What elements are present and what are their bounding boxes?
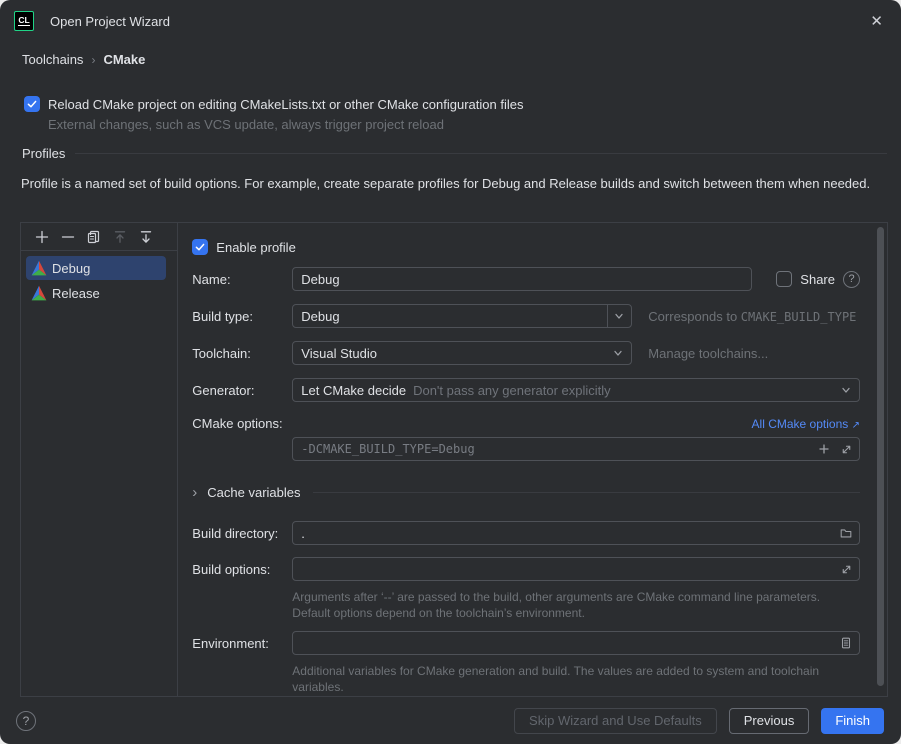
build-type-dropdown[interactable]: Debug <box>292 304 632 328</box>
generator-dropdown[interactable]: Let CMake decide Don't pass any generato… <box>292 378 860 402</box>
section-divider <box>75 153 887 154</box>
generator-label: Generator: <box>192 383 292 398</box>
minus-icon <box>60 229 76 245</box>
name-value: Debug <box>301 272 339 287</box>
move-down-icon <box>138 229 154 245</box>
build-options-label: Build options: <box>192 562 292 577</box>
reload-checkbox-label[interactable]: Reload CMake project on editing CMakeLis… <box>48 97 523 112</box>
profile-list-toolbar <box>21 223 177 251</box>
chevron-down-icon[interactable] <box>607 342 629 364</box>
cache-variables-label: Cache variables <box>207 485 300 500</box>
copy-profile-button[interactable] <box>81 224 107 250</box>
chevron-right-icon: › <box>192 485 197 500</box>
remove-profile-button[interactable] <box>55 224 81 250</box>
environment-label: Environment: <box>192 636 292 651</box>
external-link-icon: ↗ <box>852 420 860 431</box>
section-divider <box>313 492 860 493</box>
vertical-scrollbar[interactable] <box>877 227 884 686</box>
profile-item-label: Debug <box>52 261 90 276</box>
cmake-logo-icon <box>31 285 47 301</box>
build-options-input[interactable] <box>292 557 860 581</box>
build-type-hint: Corresponds to CMAKE_BUILD_TYPE <box>648 309 856 324</box>
checkmark-icon <box>26 98 38 110</box>
copy-icon <box>86 229 102 245</box>
environment-hint: Additional variables for CMake generatio… <box>292 663 822 695</box>
breadcrumb-toolchains[interactable]: Toolchains <box>22 52 83 67</box>
build-directory-input[interactable]: . <box>292 521 860 545</box>
chevron-down-icon[interactable] <box>607 305 629 327</box>
share-checkbox[interactable] <box>776 271 792 287</box>
build-type-value: Debug <box>301 309 339 324</box>
add-profile-button[interactable] <box>29 224 55 250</box>
plus-icon <box>34 229 50 245</box>
help-icon[interactable]: ? <box>16 711 36 731</box>
enable-profile-label[interactable]: Enable profile <box>216 240 296 255</box>
close-icon[interactable]: ✕ <box>866 12 887 31</box>
chevron-down-icon[interactable] <box>835 379 857 401</box>
add-option-icon[interactable] <box>813 438 835 460</box>
cmake-options-input[interactable]: -DCMAKE_BUILD_TYPE=Debug <box>292 437 860 461</box>
cache-variables-toggle[interactable]: › Cache variables <box>192 482 860 502</box>
generator-placeholder: Don't pass any generator explicitly <box>413 383 611 398</box>
toolchain-value: Visual Studio <box>301 346 377 361</box>
profile-list: Debug Release <box>21 251 177 306</box>
expand-icon[interactable] <box>835 438 857 460</box>
enable-profile-checkbox[interactable] <box>192 239 208 255</box>
profile-list-panel: Debug Release <box>21 223 178 696</box>
window-title: Open Project Wizard <box>50 14 170 29</box>
build-directory-value: . <box>301 526 305 541</box>
move-up-icon <box>112 229 128 245</box>
variables-list-icon[interactable] <box>835 632 857 654</box>
all-cmake-options-text: All CMake options <box>752 417 849 431</box>
open-project-wizard-dialog: CL Open Project Wizard ✕ Toolchains › CM… <box>0 0 901 744</box>
all-cmake-options-link[interactable]: All CMake options ↗ <box>752 417 860 431</box>
profiles-section-title: Profiles <box>22 146 65 161</box>
folder-icon[interactable] <box>835 522 857 544</box>
move-down-button[interactable] <box>133 224 159 250</box>
expand-icon[interactable] <box>835 558 857 580</box>
toolchain-dropdown[interactable]: Visual Studio <box>292 341 632 365</box>
previous-button[interactable]: Previous <box>729 708 810 734</box>
build-options-hint: Arguments after ‘--’ are passed to the b… <box>292 589 822 621</box>
breadcrumb: Toolchains › CMake <box>22 52 145 67</box>
reload-checkbox[interactable] <box>24 96 40 112</box>
title-bar: CL Open Project Wizard ✕ <box>0 0 901 42</box>
profile-form: Enable profile Name: Debug Share ? Build… <box>178 223 887 696</box>
breadcrumb-cmake: CMake <box>103 52 145 67</box>
profile-item-label: Release <box>52 286 100 301</box>
reload-settings: Reload CMake project on editing CMakeLis… <box>24 96 523 132</box>
build-type-hint-prefix: Corresponds to <box>648 309 741 324</box>
profile-item-debug[interactable]: Debug <box>26 256 166 280</box>
finish-button[interactable]: Finish <box>821 708 884 734</box>
cmake-options-label: CMake options: <box>192 416 282 431</box>
manage-toolchains-link[interactable]: Manage toolchains... <box>648 346 768 361</box>
generator-value: Let CMake decide <box>301 383 406 398</box>
environment-input[interactable] <box>292 631 860 655</box>
name-input[interactable]: Debug <box>292 267 752 291</box>
profiles-section-header: Profiles <box>22 146 887 161</box>
cmake-logo-icon <box>31 260 47 276</box>
cmake-options-value: -DCMAKE_BUILD_TYPE=Debug <box>301 442 813 456</box>
name-label: Name: <box>192 272 292 287</box>
reload-hint: External changes, such as VCS update, al… <box>48 117 523 132</box>
checkmark-icon <box>194 241 206 253</box>
skip-wizard-button[interactable]: Skip Wizard and Use Defaults <box>514 708 717 734</box>
profile-item-release[interactable]: Release <box>26 281 166 305</box>
clion-app-icon: CL <box>14 11 34 31</box>
build-directory-label: Build directory: <box>192 526 292 541</box>
share-help-icon[interactable]: ? <box>843 271 860 288</box>
footer: ? Skip Wizard and Use Defaults Previous … <box>0 697 901 744</box>
toolchain-label: Toolchain: <box>192 346 292 361</box>
share-label[interactable]: Share <box>800 272 835 287</box>
build-type-hint-code: CMAKE_BUILD_TYPE <box>741 310 857 324</box>
build-type-label: Build type: <box>192 309 292 324</box>
profiles-panel: Debug Release Enable profile <box>20 222 888 697</box>
profiles-description: Profile is a named set of build options.… <box>21 175 883 193</box>
move-up-button[interactable] <box>107 224 133 250</box>
breadcrumb-separator-icon: › <box>91 53 95 67</box>
